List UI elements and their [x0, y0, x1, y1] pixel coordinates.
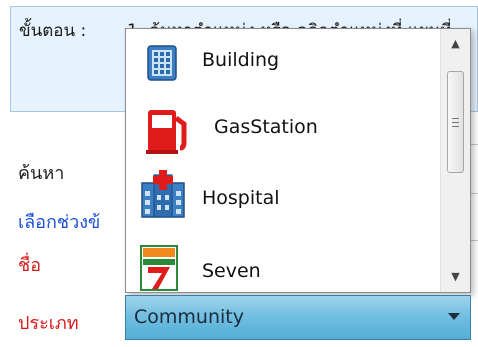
scroll-up-arrow-icon[interactable]: ▲: [441, 33, 470, 55]
search-label: ค้นหา: [18, 163, 65, 184]
option-label: GasStation: [214, 116, 318, 138]
building-icon: [142, 42, 182, 86]
scroll-down-arrow-icon[interactable]: ▼: [441, 266, 470, 288]
chevron-down-icon[interactable]: [448, 313, 460, 320]
name-label: ชื่อ: [18, 255, 42, 276]
dropdown-option-hospital[interactable]: Hospital: [126, 161, 438, 227]
gas-station-icon: [146, 100, 192, 160]
range-label: เลือกช่วงข้: [18, 212, 101, 233]
type-label: ประเภท: [18, 313, 79, 334]
step-label: ขั้นตอน :: [19, 21, 87, 41]
option-label: Hospital: [202, 187, 280, 209]
type-select-value: Community: [134, 306, 244, 328]
type-dropdown-list[interactable]: Building GasStation Hospital Seven ▲ ▼: [125, 28, 471, 293]
dropdown-option-seven[interactable]: Seven: [126, 227, 438, 293]
option-label: Building: [202, 49, 280, 71]
type-select[interactable]: Community: [125, 295, 471, 340]
option-label: Seven: [202, 260, 261, 282]
scroll-thumb[interactable]: [447, 71, 464, 173]
dropdown-option-gasstation[interactable]: GasStation: [126, 95, 438, 161]
divider: [470, 193, 478, 194]
dropdown-option-building[interactable]: Building: [126, 29, 438, 95]
divider: [470, 144, 478, 145]
hospital-icon: [138, 169, 188, 223]
seven-eleven-icon: [140, 245, 178, 295]
dropdown-scrollbar[interactable]: ▲ ▼: [440, 29, 470, 292]
divider: [470, 240, 478, 241]
